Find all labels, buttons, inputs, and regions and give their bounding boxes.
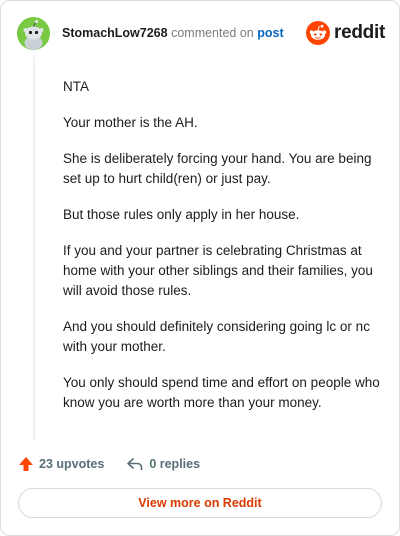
reddit-brand-link[interactable]: reddit [306, 19, 385, 47]
comment-paragraph: But those rules only apply in her house. [63, 207, 300, 222]
reply-arrow-icon [127, 458, 143, 471]
post-link[interactable]: post [257, 26, 283, 40]
username-link[interactable]: StomachLow7268 [62, 26, 168, 40]
comment-meta: StomachLow7268 commented on post [62, 26, 284, 40]
comment-paragraph: Your mother is the AH. [63, 115, 198, 130]
replies-button[interactable]: 0 replies [126, 456, 200, 472]
reddit-logo-icon [306, 21, 331, 45]
upvote-arrow-icon [19, 457, 33, 471]
comment-paragraph: You only should spend time and effort on… [63, 375, 380, 410]
comment-header: StomachLow7268 commented on post reddit [17, 17, 385, 51]
reddit-wordmark: reddit [334, 22, 385, 43]
upvote-button[interactable]: 23 upvotes [18, 456, 104, 472]
view-more-on-reddit-button[interactable]: View more on Reddit [18, 488, 382, 518]
thread-line [33, 57, 35, 441]
snoo-avatar-icon[interactable] [17, 17, 50, 50]
comment-paragraph: She is deliberately forcing your hand. Y… [63, 151, 372, 186]
comment-footer: 23 upvotes 0 replies [18, 453, 385, 475]
comment-body: NTA Your mother is the AH. She is delibe… [63, 77, 383, 429]
action-text: commented on [171, 26, 254, 40]
upvote-count: 23 upvotes [39, 457, 105, 471]
comment-paragraph: NTA [63, 79, 89, 94]
comment-paragraph: If you and your partner is celebrating C… [63, 243, 373, 298]
comment-paragraph: And you should definitely considering go… [63, 319, 370, 354]
embedded-comment-card: StomachLow7268 commented on post reddit … [0, 0, 400, 536]
reply-count: 0 replies [149, 457, 201, 471]
